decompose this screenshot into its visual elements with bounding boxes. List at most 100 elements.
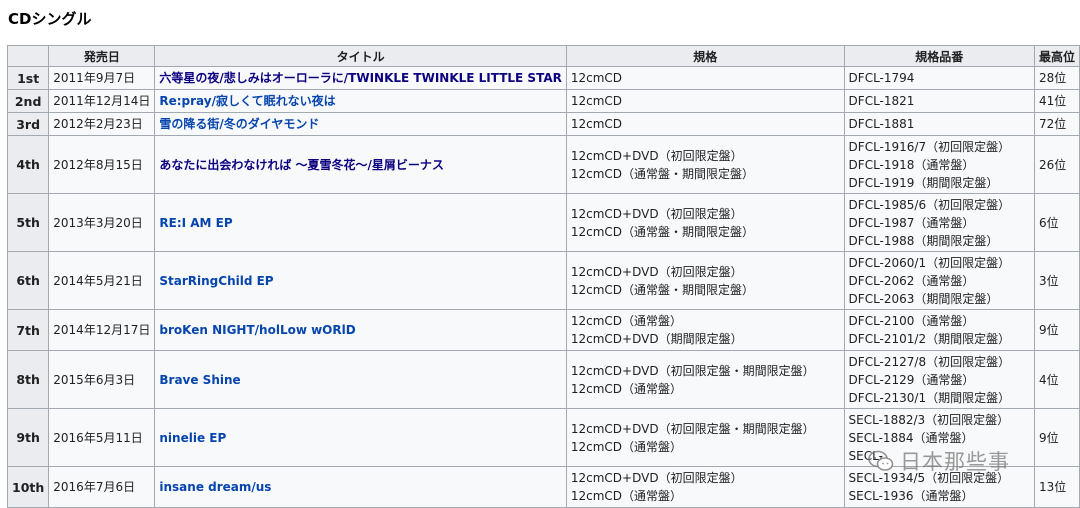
catalog-number-cell: DFCL-2127/8（初回限定盤） DFCL-2129（通常盤） DFCL-213…: [843, 350, 1035, 409]
format-cell: 12cmCD+DVD（初回限定盤） 12cmCD（通常盤・期間限定盤）: [565, 251, 845, 310]
table-row: 3rd 2012年2月23日 雪の降る街/冬のダイヤモンド 12cmCD DFCL-18…: [6, 112, 1080, 136]
release-date-cell: 2016年5月11日: [48, 408, 156, 467]
release-date-cell: 2016年7月6日: [48, 466, 156, 508]
row-number: 1st: [6, 66, 50, 90]
peak-position-cell: 9位: [1033, 408, 1080, 467]
title-cell: insane dream/us: [154, 466, 567, 508]
format-line: 12cmCD（通常盤）: [570, 439, 683, 454]
catalog-number-line: DFCL-1881: [848, 117, 915, 131]
table-row: 4th 2012年8月15日 あなたに出会わなければ 〜夏雪冬花〜/星屑ビーナス 12…: [6, 135, 1080, 194]
format-line: 12cmCD+DVD（初回限定盤）: [570, 264, 743, 279]
title-link[interactable]: insane dream/us: [159, 480, 271, 494]
table-row: 1st 2011年9月7日 六等星の夜/悲しみはオーローラに/TWINKLE TWI…: [6, 66, 1080, 90]
format-line: 12cmCD: [570, 117, 623, 131]
format-cell: 12cmCD+DVD（初回限定盤） 12cmCD（通常盤）: [565, 466, 845, 508]
peak-position-cell: 9位: [1033, 309, 1080, 351]
title-link[interactable]: あなたに出会わなければ 〜夏雪冬花〜/星屑ビーナス: [159, 158, 444, 172]
catalog-number-cell: DFCL-2060/1（初回限定盤） DFCL-2062（通常盤） DFCL-206…: [843, 251, 1035, 310]
peak-position-cell: 13位: [1033, 466, 1080, 508]
format-cell: 12cmCD: [565, 66, 845, 90]
catalog-number-cell: DFCL-1794: [843, 66, 1035, 90]
header-release-date: 発売日: [48, 45, 156, 67]
peak-position-cell: 6位: [1033, 193, 1080, 252]
format-line: 12cmCD+DVD（初回限定盤・期間限定盤）: [570, 363, 815, 378]
catalog-number-line: DFCL-2063（期間限定盤）: [848, 291, 999, 306]
catalog-number-line: DFCL-1919（期間限定盤）: [848, 175, 999, 190]
catalog-number-cell: DFCL-1985/6（初回限定盤） DFCL-1987（通常盤） DFCL-198…: [843, 193, 1035, 252]
format-line: 12cmCD（通常盤）: [570, 489, 683, 503]
catalog-number-line: DFCL-1987（通常盤）: [848, 215, 975, 230]
catalog-number-line: SECL-1934/5（初回限定盤）: [848, 471, 1010, 485]
title-cell: RE:I AM EP: [154, 193, 567, 252]
table-row: 7th 2014年12月17日 broKen NIGHT/holLow wORlD 1…: [6, 309, 1080, 351]
release-date-cell: 2015年6月3日: [48, 350, 156, 409]
catalog-number-line: DFCL-2062（通常盤）: [848, 273, 975, 288]
row-number: 5th: [6, 193, 50, 252]
table-row: 6th 2014年5月21日 StarRingChild EP 12cmCD+DVD（…: [6, 251, 1080, 310]
catalog-number-line: SECL-1884（通常盤）: [848, 430, 974, 445]
title-link[interactable]: 雪の降る街/冬のダイヤモンド: [159, 117, 319, 131]
row-number: 4th: [6, 135, 50, 194]
format-cell: 12cmCD+DVD（初回限定盤・期間限定盤） 12cmCD（通常盤）: [565, 350, 845, 409]
title-link[interactable]: Brave Shine: [159, 373, 240, 387]
format-line: 12cmCD+DVD（初回限定盤）: [570, 471, 743, 485]
catalog-number-cell: DFCL-2100（通常盤） DFCL-2101/2（期間限定盤）: [843, 309, 1035, 351]
peak-position-cell: 72位: [1033, 112, 1080, 136]
catalog-number-cell: SECL-1934/5（初回限定盤） SECL-1936（通常盤）: [843, 466, 1035, 508]
release-date-cell: 2013年3月20日: [48, 193, 156, 252]
format-line: 12cmCD（通常盤）: [570, 381, 683, 396]
release-date-cell: 2011年12月14日: [48, 89, 156, 113]
peak-position-cell: 26位: [1033, 135, 1080, 194]
peak-position-cell: 3位: [1033, 251, 1080, 310]
release-date-cell: 2011年9月7日: [48, 66, 156, 90]
catalog-number-line: SECL-1936（通常盤）: [848, 489, 974, 503]
release-date-cell: 2014年12月17日: [48, 309, 156, 351]
release-date-cell: 2014年5月21日: [48, 251, 156, 310]
title-link[interactable]: broKen NIGHT/holLow wORlD: [159, 323, 355, 337]
catalog-number-line: DFCL-1821: [848, 94, 915, 108]
format-cell: 12cmCD: [565, 89, 845, 113]
title-cell: StarRingChild EP: [154, 251, 567, 310]
title-link[interactable]: ninelie EP: [159, 431, 226, 445]
title-link[interactable]: RE:I AM EP: [159, 216, 232, 230]
format-line: 12cmCD（通常盤）: [570, 314, 683, 328]
peak-position-cell: 4位: [1033, 350, 1080, 409]
title-cell: broKen NIGHT/holLow wORlD: [154, 309, 567, 351]
format-line: 12cmCD: [570, 94, 623, 108]
title-cell: あなたに出会わなければ 〜夏雪冬花〜/星屑ビーナス: [154, 135, 567, 194]
catalog-number-line: DFCL-1985/6（初回限定盤）: [848, 197, 1011, 212]
format-cell: 12cmCD+DVD（初回限定盤） 12cmCD（通常盤・期間限定盤）: [565, 135, 845, 194]
title-cell: Re:pray/寂しくて眠れない夜は: [154, 89, 567, 113]
singles-table: 発売日 タイトル 規格 規格品番 最高位 1st 2011年9月7日 六等星の夜/悲…: [6, 45, 1080, 508]
format-line: 12cmCD+DVD（初回限定盤）: [570, 206, 743, 221]
row-number: 6th: [6, 251, 50, 310]
row-number: 3rd: [6, 112, 50, 136]
format-cell: 12cmCD+DVD（初回限定盤） 12cmCD（通常盤・期間限定盤）: [565, 193, 845, 252]
header-format: 規格: [565, 45, 845, 67]
format-line: 12cmCD（通常盤・期間限定盤）: [570, 166, 755, 181]
format-line: 12cmCD+DVD（期間限定盤）: [570, 332, 743, 346]
table-row: 5th 2013年3月20日 RE:I AM EP 12cmCD+DVD（初回限定盤）…: [6, 193, 1080, 252]
catalog-number-line: DFCL-2100（通常盤）: [848, 314, 975, 328]
title-link[interactable]: Re:pray/寂しくて眠れない夜は: [159, 94, 335, 108]
release-date-cell: 2012年8月15日: [48, 135, 156, 194]
table-row: 2nd 2011年12月14日 Re:pray/寂しくて眠れない夜は 12cmCD DF…: [6, 89, 1080, 113]
catalog-number-line: DFCL-1918（通常盤）: [848, 157, 975, 172]
title-link[interactable]: 六等星の夜/悲しみはオーローラに/TWINKLE TWINKLE LITTLE …: [159, 71, 561, 85]
catalog-number-cell: DFCL-1821: [843, 89, 1035, 113]
header-peak-position: 最高位: [1033, 45, 1080, 67]
format-line: 12cmCD（通常盤・期間限定盤）: [570, 224, 755, 239]
catalog-number-line: DFCL-2101/2（期間限定盤）: [848, 332, 1011, 346]
catalog-number-line: SECL-: [848, 448, 883, 463]
format-cell: 12cmCD: [565, 112, 845, 136]
title-cell: 六等星の夜/悲しみはオーローラに/TWINKLE TWINKLE LITTLE …: [154, 66, 567, 90]
catalog-number-line: DFCL-1988（期間限定盤）: [848, 233, 999, 248]
title-link[interactable]: StarRingChild EP: [159, 274, 273, 288]
format-line: 12cmCD+DVD（初回限定盤・期間限定盤）: [570, 421, 815, 436]
table-header-row: 発売日 タイトル 規格 規格品番 最高位: [6, 45, 1080, 67]
title-cell: Brave Shine: [154, 350, 567, 409]
release-date-cell: 2012年2月23日: [48, 112, 156, 136]
header-catalog-number: 規格品番: [843, 45, 1035, 67]
row-number: 7th: [6, 309, 50, 351]
row-number: 9th: [6, 408, 50, 467]
